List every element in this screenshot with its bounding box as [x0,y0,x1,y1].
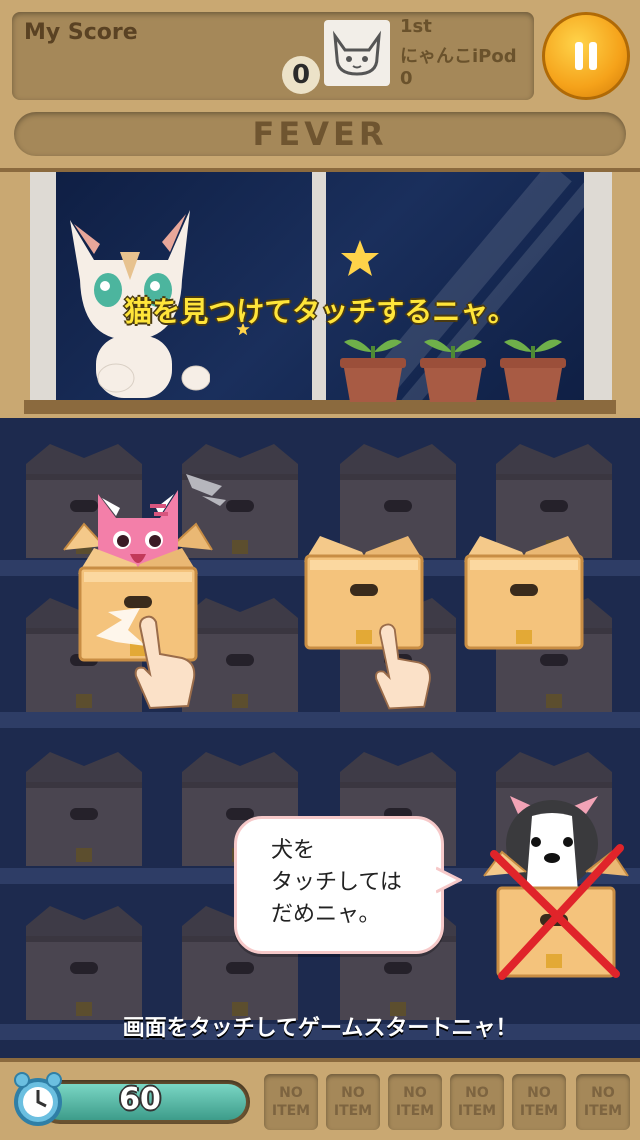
speech-text: 犬を タッチしては だめニャ。 [271,838,402,927]
speech-bubble-tail [436,866,462,894]
cat-avatar-icon [324,20,390,86]
speech-bubble: 犬を タッチしては だめニャ。 [234,816,444,954]
rank-score: 0 [400,68,413,89]
windowsill [24,400,616,414]
score-value: 0 [282,56,320,94]
plant-pot-icon [340,339,406,402]
pointing-hand-icon [375,623,431,710]
cardboard-box[interactable] [462,534,586,650]
bottom-bar: 60 NO ITEM NO ITEM NO ITEM NO ITEM NO IT… [0,1058,640,1140]
fever-bar: FEVER [14,112,626,156]
item-slot[interactable]: NO ITEM [450,1074,504,1130]
pause-button[interactable] [542,12,630,100]
item-slot[interactable]: NO ITEM [326,1074,380,1130]
item-slot[interactable]: NO ITEM [576,1074,630,1130]
score-panel: My Score 0 1st にゃんこiPod 0 [12,12,534,100]
rank-position: 1st [400,16,432,37]
item-slot[interactable]: NO ITEM [388,1074,442,1130]
alarm-clock-icon [14,1072,62,1126]
top-header: My Score 0 1st にゃんこiPod 0 FEVER [0,0,640,172]
tutorial-boxes [63,474,586,662]
rank-name: にゃんこiPod [400,46,517,67]
dog-box [483,796,629,980]
plant-pot-icon [420,339,486,402]
timer-value: 60 [119,1082,161,1117]
pause-icon [575,42,597,70]
star-icon [341,240,379,276]
window-scene: 猫を見つけてタッチするニャ。 [0,172,640,418]
start-prompt[interactable]: 画面をタッチしてゲームスタートニャ！ [0,1010,640,1042]
pointing-hand-icon [134,615,196,710]
item-slot[interactable]: NO ITEM [264,1074,318,1130]
cardboard-box[interactable] [26,906,142,1020]
plant-pot-icon [500,339,566,402]
cardboard-box[interactable] [26,752,142,866]
score-label: My Score [24,20,138,45]
item-slot[interactable]: NO ITEM [512,1074,566,1130]
